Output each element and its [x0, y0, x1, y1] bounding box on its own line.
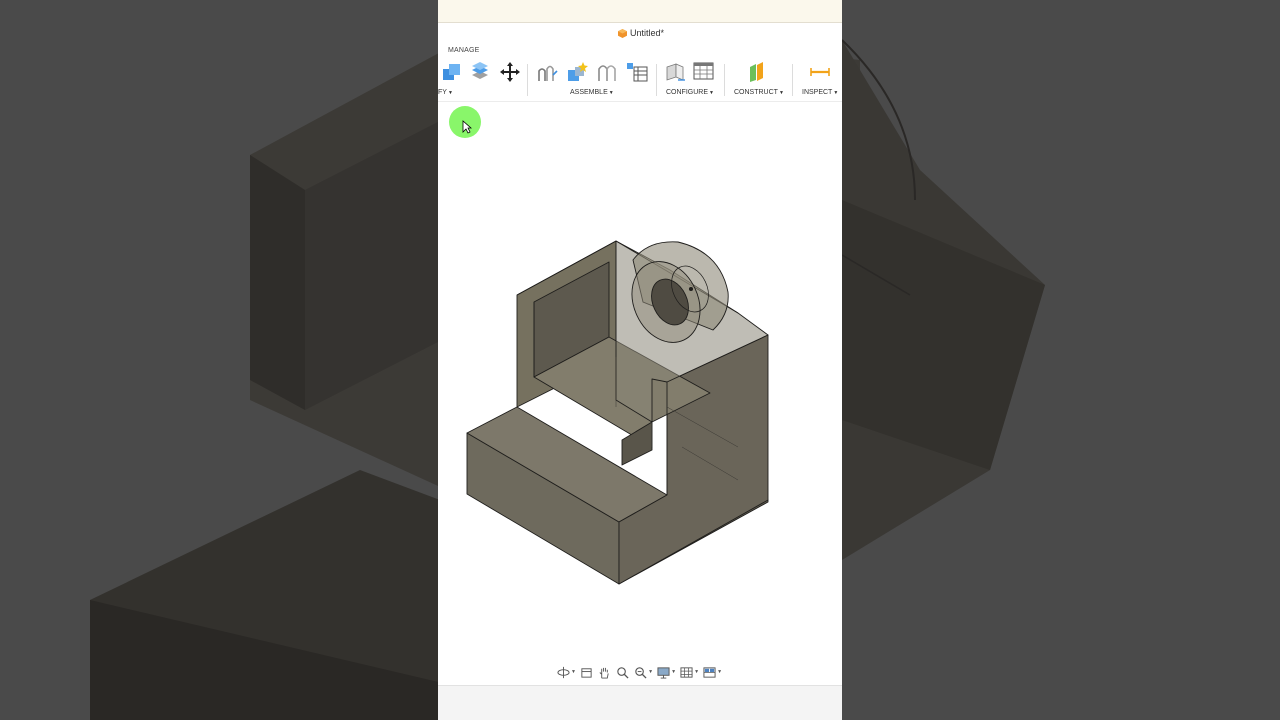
ribbon-divider [792, 64, 793, 96]
title-bar: Untitled* [438, 23, 842, 45]
ribbon-divider [527, 64, 528, 96]
look-at-icon [581, 667, 592, 678]
3d-viewport[interactable] [438, 102, 842, 684]
orbit-button[interactable] [556, 664, 571, 680]
rigid-group-icon [598, 65, 616, 81]
offset-plane-button[interactable] [745, 60, 769, 84]
move-arrows-icon [500, 62, 520, 82]
bottom-strip [438, 685, 842, 720]
group-label-inspect[interactable]: INSPECT▼ [802, 89, 838, 96]
chevron-down-icon[interactable]: ▼ [571, 669, 576, 675]
zoom-button[interactable] [615, 664, 630, 680]
manage-section-label: MANAGE [448, 47, 480, 54]
chevron-down-icon[interactable]: ▼ [694, 669, 699, 675]
combine-blue-cubes-icon [443, 64, 460, 80]
measure-ruler-icon [810, 68, 830, 76]
navigation-bar: ▼ ▼ ▼ ▼ ▼ [556, 663, 722, 681]
ribbon-divider [724, 64, 725, 96]
bill-of-materials-button[interactable] [625, 60, 649, 84]
configuration-table-button[interactable] [692, 60, 716, 84]
ribbon-toolbar: FY▼ ASSEMBLE▼ CONFIGURE▼ CONSTRUCT▼ INSP… [438, 58, 842, 100]
new-component-button[interactable] [536, 60, 560, 84]
chevron-down-icon[interactable]: ▼ [671, 669, 676, 675]
layered-blocks-icon [472, 62, 488, 79]
table-list-icon [627, 63, 648, 82]
look-at-button[interactable] [579, 664, 594, 680]
viewports-icon [703, 666, 716, 678]
group-label-configure[interactable]: CONFIGURE▼ [666, 89, 714, 96]
group-label-construct[interactable]: CONSTRUCT▼ [734, 89, 784, 96]
group-label-fy[interactable]: FY▼ [438, 89, 453, 96]
grid-icon [680, 666, 693, 678]
display-settings-button[interactable] [656, 664, 671, 680]
document-title-text: Untitled* [630, 28, 665, 38]
ribbon-divider [656, 64, 657, 96]
document-title[interactable]: Untitled* [618, 28, 664, 38]
joint-button[interactable] [565, 60, 589, 84]
chevron-down-icon[interactable]: ▼ [717, 669, 722, 675]
joint-figures-icon [538, 65, 558, 81]
scale-button[interactable] [468, 60, 492, 84]
fusion-app-window: Untitled* MANAGE FY▼ ASSEMBLE▼ CONFIGURE… [438, 0, 842, 720]
construct-plane-icon [750, 62, 763, 82]
grid-settings-button[interactable] [679, 664, 694, 680]
move-button[interactable] [498, 60, 522, 84]
chevron-down-icon[interactable]: ▼ [648, 669, 653, 675]
hand-pan-icon [599, 667, 609, 679]
fit-button[interactable] [633, 664, 648, 680]
group-label-assemble[interactable]: ASSEMBLE▼ [570, 89, 614, 96]
pan-button[interactable] [597, 664, 612, 680]
as-built-joint-button[interactable] [595, 60, 619, 84]
component-star-icon [568, 62, 588, 81]
viewports-button[interactable] [702, 664, 717, 680]
monitor-icon [657, 666, 670, 679]
zoom-icon [617, 666, 629, 679]
config-table-icon [693, 62, 714, 80]
measure-button[interactable] [808, 60, 832, 84]
orbit-icon [557, 666, 570, 678]
document-cube-icon [618, 28, 627, 38]
zoom-window-icon [635, 666, 647, 679]
combine-button[interactable] [440, 60, 464, 84]
configure-design-button[interactable] [663, 60, 687, 84]
mouse-cursor-icon [462, 120, 472, 134]
configure-cube-icon [666, 63, 685, 81]
top-strip [438, 0, 842, 23]
